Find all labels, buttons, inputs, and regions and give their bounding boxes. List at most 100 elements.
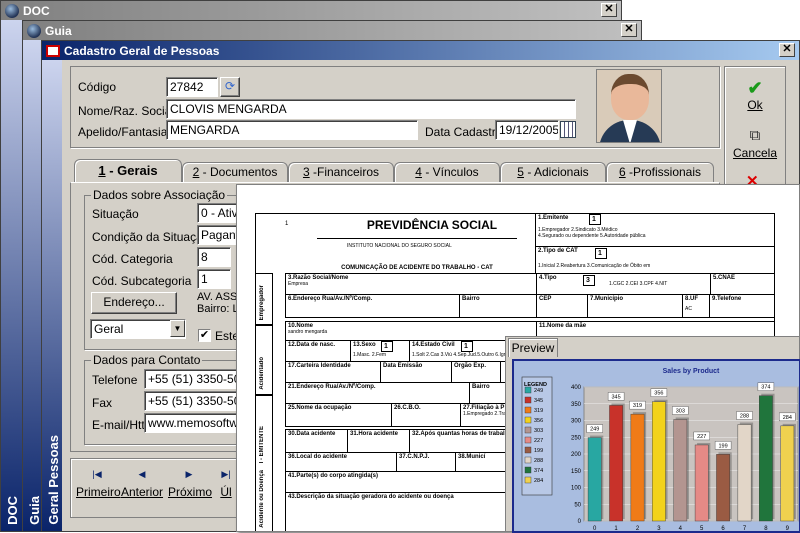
next-record-button[interactable]: ▶ Próximo [168, 463, 213, 513]
telefone-input[interactable]: +55 (51) 3350-5012 [144, 369, 242, 389]
tab-vinculos[interactable]: 4 - Vínculos [394, 162, 500, 182]
first-record-button[interactable]: |◀ Primeiro [76, 463, 121, 513]
legend-swatch [524, 426, 532, 434]
cbo-cell: 26.C.B.O. [391, 403, 461, 427]
legend-entry: 319 [534, 408, 543, 414]
doc-page-num: 1 [285, 221, 289, 227]
tipo-select[interactable]: Geral ▼ [90, 319, 186, 339]
cadastro-close-button[interactable]: ✕ [779, 43, 795, 57]
data-label: 199 [719, 443, 728, 449]
cancel-icon: ⧉ [749, 127, 761, 144]
nome-cell: 10.Nome sandro mengarda [285, 321, 537, 341]
orgao-cell: Órgão Exp. [451, 361, 501, 383]
x-tick-label: 2 [636, 526, 640, 532]
data-cadastro-input[interactable]: 19/12/2005 [495, 120, 559, 140]
guia-sidebar: Guia [23, 40, 43, 531]
legend-entry: 374 [534, 468, 543, 474]
next-icon: ▶ [185, 469, 193, 479]
data-emissao-cell: Data Emissão [380, 361, 452, 383]
calendar-icon[interactable] [560, 121, 576, 138]
endereco-button[interactable]: Endereço... [91, 292, 177, 314]
condicao-label: Condição da Situação [92, 230, 210, 244]
email-input[interactable]: www.memosoftware [144, 413, 242, 433]
data-label: 249 [590, 427, 599, 433]
preview-tab[interactable]: Preview [508, 338, 558, 357]
app-globe-icon [5, 3, 19, 18]
tab-profissionais[interactable]: 6 -Profissionais [606, 162, 714, 182]
endereco-label: Endereço... [103, 295, 165, 309]
subcategoria-label: Cód. Subcategoria [92, 274, 192, 288]
person-photo [596, 69, 662, 143]
y-tick-label: 0 [578, 519, 582, 525]
cancel-button[interactable]: ⧉ Cancela [728, 126, 782, 166]
codigo-input[interactable]: 27842 [166, 77, 218, 97]
dropdown-arrow-icon: ▼ [170, 320, 185, 337]
apelido-input[interactable]: MENGARDA [166, 120, 418, 140]
ok-button[interactable]: ✔ Ok [728, 78, 782, 118]
legend-swatch [524, 386, 532, 394]
bar [652, 401, 666, 522]
ok-label: Ok [747, 98, 763, 112]
legend-swatch [524, 416, 532, 424]
first-label: Primeiro [76, 485, 121, 499]
este-checkbox[interactable]: ✔ [198, 329, 211, 342]
contato-group-title: Dados para Contato [91, 353, 203, 367]
tipo-cell: 4.Tipo 1.CGC 2.CEI 3.CPF 4.NIT [536, 273, 711, 295]
tipo-cat-value: 1 [595, 248, 607, 259]
tab-financeiros[interactable]: 3 -Financeiros [288, 162, 394, 182]
x-tick-label: 5 [700, 526, 704, 532]
first-icon: |◀ [92, 469, 102, 479]
x-tick-label: 9 [786, 526, 790, 532]
data-nasc-cell: 12.Data de nasc. [285, 340, 351, 362]
data-label: 374 [761, 385, 770, 391]
guia-side-label: Guia [27, 496, 42, 525]
categoria-input[interactable]: 8 [197, 247, 231, 267]
estado-civil-cell: 14.Estado Civil 1.Solt 2.Cas 3.Viú 4.Sep.… [409, 340, 509, 362]
sexo-cell: 13.Sexo 1.Masc. 2.Fem [350, 340, 410, 362]
subcategoria-input[interactable]: 1 [197, 269, 231, 289]
legend-entry: 288 [534, 458, 543, 464]
telefone-cell: 9.Telefone [709, 294, 775, 318]
doc-titlebar: DOC [1, 1, 621, 20]
descricao-cell: 43.Descrição da situação geradora do aci… [285, 492, 510, 531]
data-label: 356 [654, 391, 663, 397]
y-tick-label: 250 [571, 435, 582, 441]
tab-documentos[interactable]: 2 - Documentos [182, 162, 288, 182]
partes-cell: 41.Parte(s) do corpo atingida(s) [285, 471, 510, 493]
uf-cell: 8.UF AC [682, 294, 710, 318]
x-tick-label: 4 [679, 526, 683, 532]
geral-side-label: Geral Pessoas [46, 435, 61, 525]
doc-title-rule [317, 238, 517, 239]
tab-gerais[interactable]: 1 - Gerais [74, 159, 182, 182]
nome-label: Nome/Raz. Social [78, 104, 175, 118]
bar [630, 413, 645, 522]
cadastro-title: Cadastro Geral de Pessoas [64, 43, 220, 58]
assoc-group-title: Dados sobre Associação [91, 188, 228, 202]
codigo-lookup-button[interactable]: ⟳ [220, 77, 240, 97]
form-window-icon [46, 44, 60, 57]
data-acidente-cell: 30.Data acidente [285, 429, 348, 453]
legend-entry: 284 [534, 478, 543, 484]
side-empregador: Empregador [255, 273, 273, 325]
bar [716, 454, 730, 522]
doc-close-button[interactable]: ✕ [601, 3, 617, 17]
legend-entry: 227 [534, 438, 543, 444]
side-acidentado: Acidentado [255, 325, 273, 395]
guia-close-button[interactable]: ✕ [621, 23, 637, 37]
data-label: 345 [612, 394, 621, 400]
tab-adicionais[interactable]: 5 - Adicionais [500, 162, 606, 182]
fax-input[interactable]: +55 (51) 3350-5032 [144, 391, 242, 411]
legend-swatch [524, 406, 532, 414]
bar [609, 405, 623, 522]
tipo-value: 3 [583, 275, 595, 286]
last-record-button[interactable]: ▶| Úl [215, 463, 237, 513]
prev-record-button[interactable]: ◀ Anterior [121, 463, 163, 513]
end-acid-cell: 21.Endereço Rua/Av./Nº/Comp. [285, 382, 470, 404]
next-label: Próximo [168, 485, 213, 499]
data-label: 284 [783, 415, 792, 421]
doc-sidebar: DOC [1, 20, 23, 531]
situacao-label: Situação [92, 207, 139, 221]
codigo-label: Código [78, 80, 117, 94]
cancel-label: Cancela [732, 146, 778, 160]
nome-input[interactable]: CLOVIS MENGARDA [166, 99, 576, 119]
